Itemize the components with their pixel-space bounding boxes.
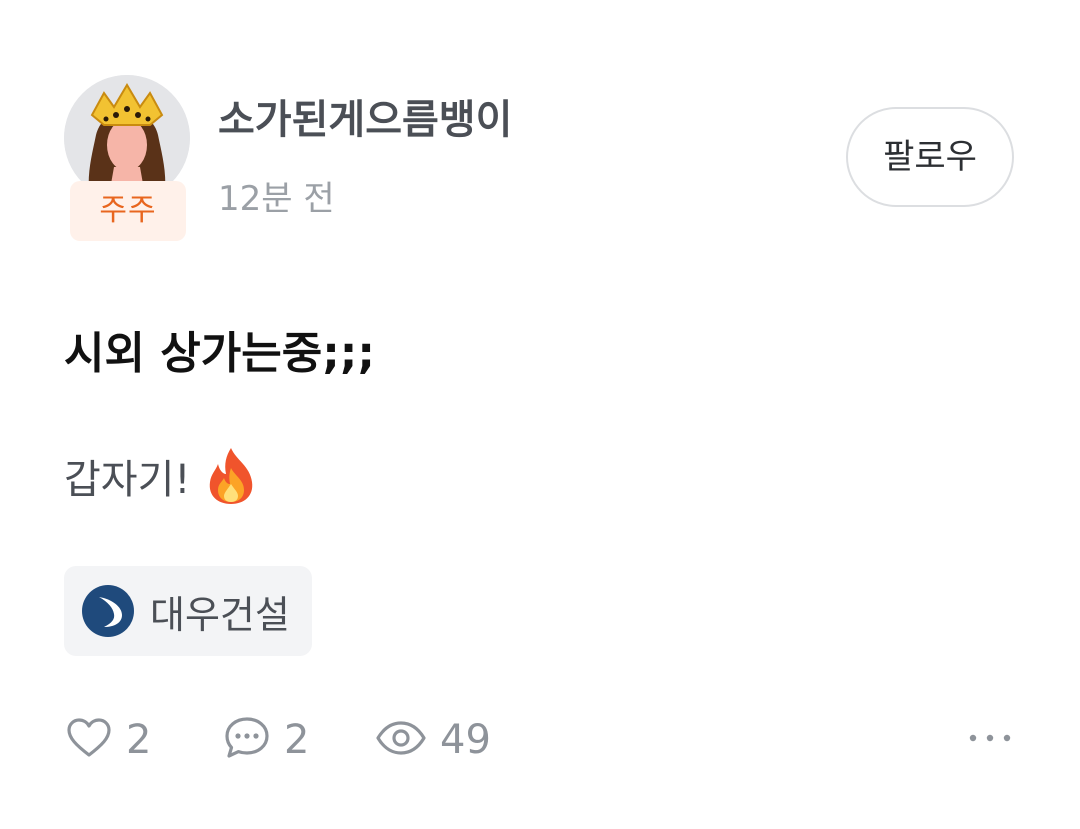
holder-badge: 주주 [70, 181, 186, 241]
like-button[interactable]: 2 [66, 710, 151, 770]
follow-button[interactable]: 팔로우 [846, 107, 1014, 207]
like-count: 2 [126, 717, 152, 763]
eye-icon [376, 721, 426, 759]
post-body: 갑자기! [64, 446, 258, 506]
view-count: 49 [440, 717, 491, 763]
author-avatar-wrap[interactable]: 주주 [64, 75, 192, 243]
author-name[interactable]: 소가된게으름뱅이 [218, 94, 512, 146]
post-body-text: 갑자기! [64, 457, 191, 503]
post-card: 주주 소가된게으름뱅이 12분 전 팔로우 시외 상가는중;;; 갑자기! 대우… [0, 0, 1080, 829]
daewoo-logo-icon [82, 585, 134, 637]
more-options-button[interactable] [966, 718, 1014, 758]
comment-button[interactable]: 2 [224, 710, 309, 770]
post-time: 12분 전 [218, 179, 335, 219]
stock-name: 대우건설 [150, 592, 290, 637]
comment-count: 2 [284, 717, 310, 763]
more-dots-icon [969, 734, 1011, 742]
post-title: 시외 상가는중;;; [64, 328, 375, 379]
fire-emoji-icon [204, 446, 258, 506]
view-stat: 49 [376, 710, 491, 770]
heart-icon [66, 717, 112, 763]
comment-bubble-icon [224, 716, 270, 764]
stock-tag[interactable]: 대우건설 [64, 566, 312, 656]
